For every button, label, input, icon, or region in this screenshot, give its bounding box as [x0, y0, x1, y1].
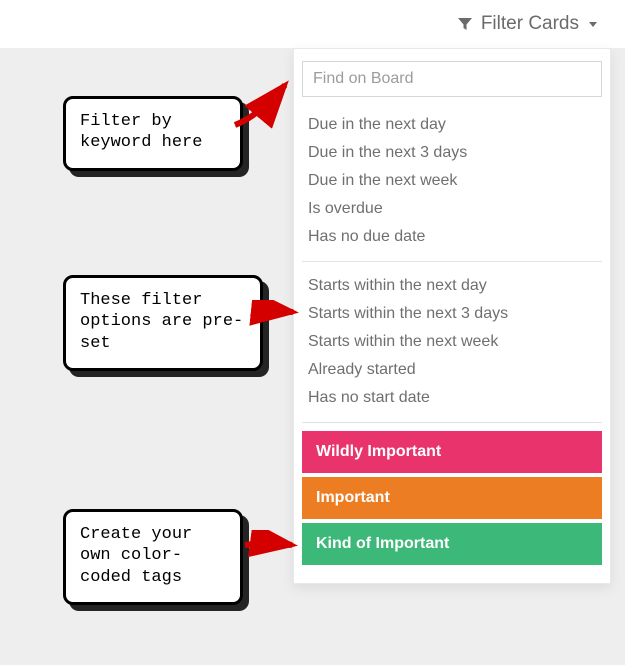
filter-option[interactable]: Due in the next 3 days [302, 139, 602, 167]
search-input[interactable] [302, 61, 602, 97]
funnel-icon [457, 16, 473, 32]
due-filter-group: Due in the next day Due in the next 3 da… [302, 105, 602, 259]
filter-option[interactable]: Starts within the next 3 days [302, 300, 602, 328]
filter-option[interactable]: Has no start date [302, 384, 602, 412]
divider [302, 261, 602, 262]
filter-option[interactable]: Starts within the next day [302, 272, 602, 300]
filter-cards-toggle[interactable]: Filter Cards [457, 13, 597, 35]
filter-option[interactable]: Starts within the next week [302, 328, 602, 356]
annotation-callout: These filter options are pre-set [63, 275, 263, 371]
filter-option[interactable]: Due in the next week [302, 167, 602, 195]
filter-option[interactable]: Is overdue [302, 195, 602, 223]
tag-option[interactable]: Wildly Important [302, 431, 602, 473]
annotation-callout: Create your own color-coded tags [63, 509, 243, 605]
toolbar: Filter Cards [0, 0, 625, 48]
tag-option[interactable]: Kind of Important [302, 523, 602, 565]
filter-option[interactable]: Has no due date [302, 223, 602, 251]
search-wrap [302, 57, 602, 105]
start-filter-group: Starts within the next day Starts within… [302, 266, 602, 420]
filter-option[interactable]: Already started [302, 356, 602, 384]
tag-option[interactable]: Important [302, 477, 602, 519]
tag-group: Wildly Important Important Kind of Impor… [302, 427, 602, 573]
divider [302, 422, 602, 423]
filter-dropdown: Due in the next day Due in the next 3 da… [293, 48, 611, 584]
filter-cards-label: Filter Cards [481, 13, 579, 35]
filter-option[interactable]: Due in the next day [302, 111, 602, 139]
annotation-callout: Filter by keyword here [63, 96, 243, 171]
chevron-down-icon [589, 22, 597, 27]
